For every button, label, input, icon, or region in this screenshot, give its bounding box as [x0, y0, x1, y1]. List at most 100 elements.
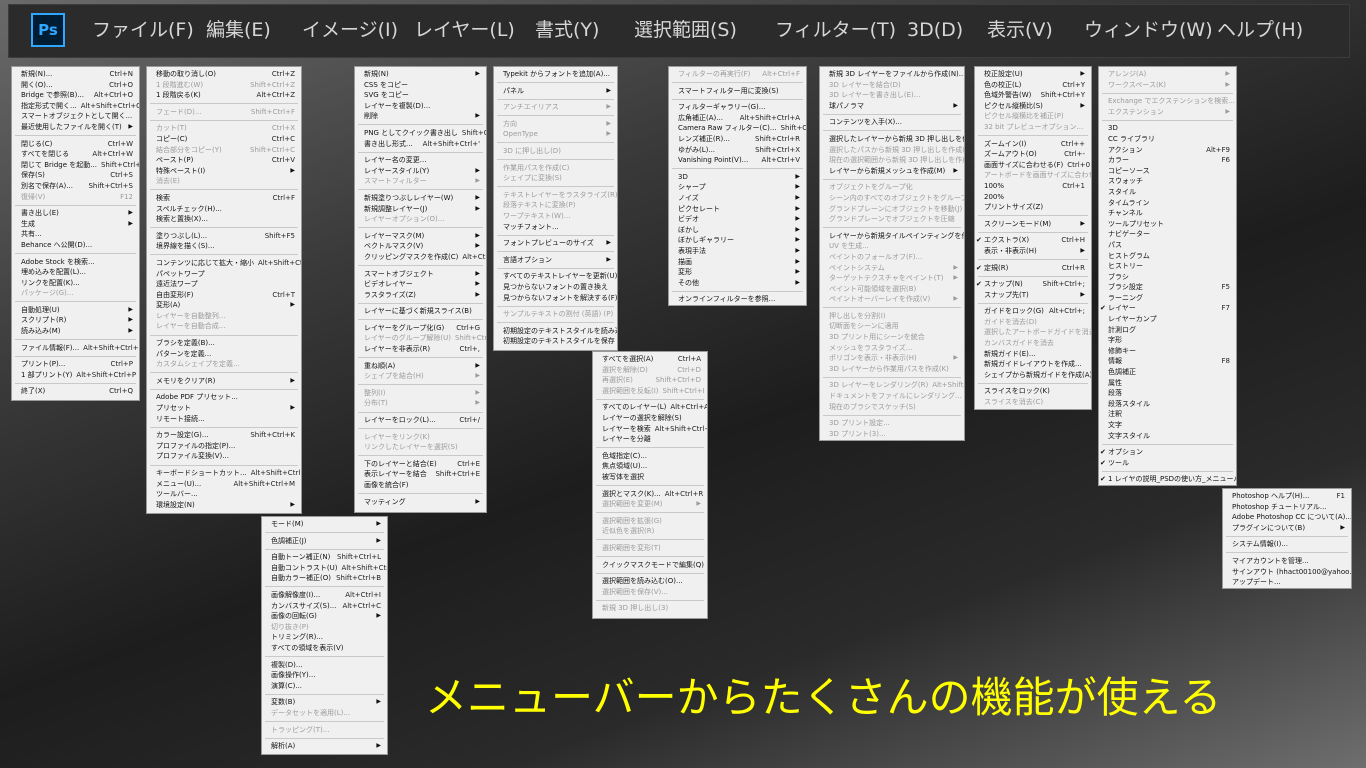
menu-item[interactable]: プリセット ▶	[147, 403, 301, 414]
menu-item[interactable]: クイックマスクモードで編集(Q)	[593, 560, 707, 571]
menu-item[interactable]: 3D	[1099, 123, 1236, 134]
menu-item[interactable]: 初期設定のテキストスタイルを読み込み	[494, 326, 617, 337]
menu-item[interactable]: ナビゲーター	[1099, 229, 1236, 240]
menu-item[interactable]: 広角補正(A)... Alt+Shift+Ctrl+A	[669, 113, 806, 124]
menu-item[interactable]: システム情報(I)...	[1223, 539, 1351, 550]
menu-item[interactable]: 埋め込みを配置(L)...	[12, 267, 139, 278]
menu-item[interactable]: 画像操作(Y)...	[262, 670, 387, 681]
menu-item[interactable]: 開く(O)... Ctrl+O	[12, 80, 139, 91]
menu-item[interactable]: チャンネル	[1099, 208, 1236, 219]
menu-item[interactable]: SVG をコピー	[355, 90, 486, 101]
menu-item[interactable]: コピーソース	[1099, 166, 1236, 177]
menu-item[interactable]: メニュー(U)... Alt+Shift+Ctrl+M	[147, 479, 301, 490]
menu-item[interactable]: レイヤーをロック(L)... Ctrl+/	[355, 415, 486, 426]
menu-item[interactable]: マッティング ▶	[355, 497, 486, 508]
menu-item[interactable]: スナップ先(T) ▶	[975, 290, 1091, 301]
menu-item[interactable]: 新規(N)... Ctrl+N	[12, 69, 139, 80]
menu-item[interactable]: カラー F6	[1099, 155, 1236, 166]
menu-item[interactable]: 境界線を描く(S)...	[147, 241, 301, 252]
menu-item[interactable]: 別名で保存(A)... Shift+Ctrl+S	[12, 181, 139, 192]
menu-item[interactable]: 重ね順(A) ▶	[355, 361, 486, 372]
menu-item[interactable]: スクリプト(R) ▶	[12, 315, 139, 326]
menu-item[interactable]: 描画 ▶	[669, 257, 806, 268]
menu-item[interactable]: 見つからないフォントの置き換え	[494, 282, 617, 293]
menu-item[interactable]: ぼかし ▶	[669, 225, 806, 236]
menu-item[interactable]: 属性	[1099, 378, 1236, 389]
menu-item[interactable]: ✔ 定規(R) Ctrl+R	[975, 263, 1091, 274]
menu-item[interactable]: Typekit からフォントを追加(A)...	[494, 69, 617, 80]
menu-item[interactable]: スマートオブジェクト ▶	[355, 269, 486, 280]
menu-item[interactable]: プラグインについて(B) ▶	[1223, 523, 1351, 534]
menu-item[interactable]: ゆがみ(L)... Shift+Ctrl+X	[669, 145, 806, 156]
menu-item[interactable]: すべてのテキストレイヤーを更新(U)	[494, 271, 617, 282]
menu-file[interactable]: ファイル(F)	[92, 19, 194, 41]
menu-item[interactable]: レイヤースタイル(Y) ▶	[355, 166, 486, 177]
menu-item[interactable]: メモリをクリア(R) ▶	[147, 376, 301, 387]
menu-item[interactable]: Camera Raw フィルター(C)...Shift+Ctrl+A	[669, 123, 806, 134]
menu-item[interactable]: プリントサイズ(Z)	[975, 202, 1091, 213]
menu-item[interactable]: ビデオ ▶	[669, 214, 806, 225]
menu-item[interactable]: 下のレイヤーと結合(E) Ctrl+E	[355, 459, 486, 470]
menu-item[interactable]: ぼかしギャラリー ▶	[669, 235, 806, 246]
menu-item[interactable]: コンテンツに応じて拡大・縮小 Alt+Shift+Ctrl+C	[147, 258, 301, 269]
menu-item[interactable]: ✔ エクストラ(X) Ctrl+H	[975, 235, 1091, 246]
menu-item[interactable]: 環境設定(N) ▶	[147, 500, 301, 511]
menu-item[interactable]: 文字スタイル	[1099, 431, 1236, 442]
menu-item[interactable]: 計測ログ	[1099, 325, 1236, 336]
menu-item[interactable]: レイヤーを分離	[593, 434, 707, 445]
menu-item[interactable]: カンバスサイズ(S)... Alt+Ctrl+C	[262, 601, 387, 612]
menu-item[interactable]: ガイドをロック(G) Alt+Ctrl+;	[975, 306, 1091, 317]
menu-item[interactable]: 自動トーン補正(N) Shift+Ctrl+L	[262, 552, 387, 563]
menu-item[interactable]: ✔ オプション	[1099, 447, 1236, 458]
menu-item[interactable]: すべてを選択(A) Ctrl+A	[593, 354, 707, 365]
menu-item[interactable]: アップデート...	[1223, 577, 1351, 588]
menu-item[interactable]: ✔1 レイヤの説明_PSDの使い方_メニューバー.psd	[1099, 474, 1236, 485]
menu-select[interactable]: 選択範囲(S)	[634, 19, 737, 41]
menu-item[interactable]: 校正設定(U) ▶	[975, 69, 1091, 80]
menu-item[interactable]: Bridge で参照(B)... Alt+Ctrl+O	[12, 90, 139, 101]
menu-item[interactable]: レイヤーマスク(M) ▶	[355, 231, 486, 242]
menu-view[interactable]: 表示(V)	[987, 19, 1053, 41]
menu-item[interactable]: オンラインフィルターを参照...	[669, 294, 806, 305]
menu-item[interactable]: ピクセル縦横比(S) ▶	[975, 101, 1091, 112]
menu-item[interactable]: レイヤーから新規メッシュを作成(M) ▶	[820, 166, 964, 177]
menu-item[interactable]: マイアカウントを管理...	[1223, 556, 1351, 567]
menu-item[interactable]: アクション Alt+F9	[1099, 145, 1236, 156]
menu-item[interactable]: すべてを閉じる Alt+Ctrl+W	[12, 149, 139, 160]
menu-item[interactable]: 焦点領域(U)...	[593, 461, 707, 472]
menu-item[interactable]: ✔ スナップ(N) Shift+Ctrl+;	[975, 279, 1091, 290]
menu-item[interactable]: 表示・非表示(H) ▶	[975, 246, 1091, 257]
menu-item[interactable]: 自由変形(F) Ctrl+T	[147, 290, 301, 301]
menu-edit[interactable]: 編集(E)	[206, 19, 271, 41]
menu-item[interactable]: スライスをロック(K)	[975, 386, 1091, 397]
menu-item[interactable]: 自動処理(U) ▶	[12, 305, 139, 316]
menu-item[interactable]: レイヤーに基づく新規スライス(B)	[355, 306, 486, 317]
menu-item[interactable]: リモート接続...	[147, 414, 301, 425]
menu-item[interactable]: 画像の回転(G) ▶	[262, 611, 387, 622]
menu-item[interactable]: すべてのレイヤー(L) Alt+Ctrl+A	[593, 402, 707, 413]
menu-item[interactable]: 閉じる(C) Ctrl+W	[12, 139, 139, 150]
menu-item[interactable]: ラスタライズ(Z) ▶	[355, 290, 486, 301]
menu-item[interactable]: 1 部プリント(Y) Alt+Shift+Ctrl+P	[12, 370, 139, 381]
menu-item[interactable]: プロファイルの指定(P)...	[147, 441, 301, 452]
menu-item[interactable]: 選択とマスク(K)... Alt+Ctrl+R	[593, 489, 707, 500]
menu-3d[interactable]: 3D(D)	[907, 19, 963, 41]
menu-item[interactable]: Photoshop チュートリアル...	[1223, 502, 1351, 513]
menu-item[interactable]: 変形(A) ▶	[147, 300, 301, 311]
menu-item[interactable]: 選択したレイヤーから新規 3D 押し出しを作成(L)	[820, 134, 964, 145]
menu-item[interactable]: 字形	[1099, 335, 1236, 346]
menu-item[interactable]: 色域外警告(W) Shift+Ctrl+Y	[975, 90, 1091, 101]
menu-item[interactable]: パターンを定義...	[147, 349, 301, 360]
menu-item[interactable]: 球パノラマ ▶	[820, 101, 964, 112]
menu-item[interactable]: 画像解像度(I)... Alt+Ctrl+I	[262, 590, 387, 601]
menu-item[interactable]: ツールバー...	[147, 489, 301, 500]
menu-item[interactable]: フィルターギャラリー(G)...	[669, 102, 806, 113]
menu-item[interactable]: ピクセレート ▶	[669, 204, 806, 215]
menu-item[interactable]: 新規調整レイヤー(J) ▶	[355, 204, 486, 215]
menu-item[interactable]: ブラシ	[1099, 272, 1236, 283]
menu-item[interactable]: ✔ ツール	[1099, 458, 1236, 469]
menu-item[interactable]: 演算(C)...	[262, 681, 387, 692]
menu-item[interactable]: 最近使用したファイルを開く(T) ▶	[12, 122, 139, 133]
menu-item[interactable]: 新規ガイドレイアウトを作成...	[975, 359, 1091, 370]
menu-item[interactable]: 100% Ctrl+1	[975, 181, 1091, 192]
